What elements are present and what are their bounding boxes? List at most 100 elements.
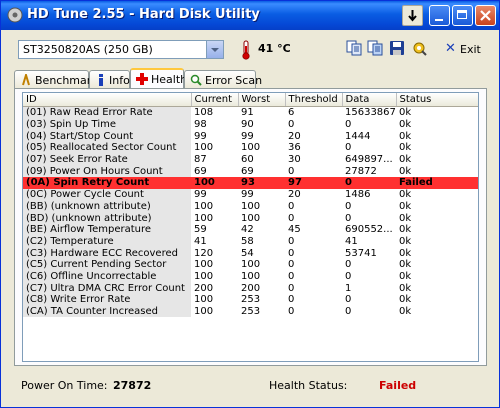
table-cell: 99 — [194, 189, 207, 201]
table-cell: 69 — [241, 165, 254, 177]
tab-error-scan[interactable]: Error Scan — [184, 70, 262, 88]
table-cell: 0k — [399, 119, 412, 131]
table-cell: 0 — [345, 270, 352, 282]
column-header[interactable]: Current — [191, 93, 239, 107]
table-cell: 0k — [399, 294, 412, 306]
table-cell: 0 — [345, 200, 352, 212]
table-cell: 0k — [399, 259, 412, 271]
table-cell: 36 — [288, 142, 301, 154]
column-header[interactable]: Worst — [238, 93, 286, 107]
table-row[interactable]: (04) Start/Stop Count 99 99 20 1444 0k — [23, 130, 478, 143]
tab-info[interactable]: Info — [89, 70, 130, 88]
table-cell: 0 — [345, 259, 352, 271]
table-cell: 54 — [241, 247, 254, 259]
table-row[interactable]: (0A) Spin Retry Count 100 93 97 0 Failed — [23, 177, 478, 189]
table-cell: 120 — [194, 247, 214, 259]
table-cell: 93 — [238, 177, 285, 189]
close-button[interactable] — [475, 5, 496, 26]
table-row[interactable]: (CA) TA Counter Increased 100 253 0 0 0k — [23, 305, 478, 318]
chevron-down-icon[interactable] — [206, 41, 223, 58]
table-cell: (0C) Power Cycle Count — [23, 188, 191, 201]
table-cell: 0k — [399, 154, 412, 166]
drive-select[interactable]: ST3250820AS (250 GB) — [18, 40, 224, 59]
table-cell: 0k — [399, 130, 412, 142]
table-cell: 0k — [399, 107, 412, 119]
table-cell: 100 — [241, 200, 261, 212]
options-icon[interactable] — [411, 40, 427, 56]
table-cell: 253 — [241, 294, 261, 306]
table-cell: (C7) Ultra DMA CRC Error Count — [23, 282, 191, 294]
table-cell: 200 — [241, 282, 261, 294]
table-cell: 0 — [288, 282, 295, 294]
tab-health[interactable]: Health — [130, 68, 188, 89]
table-row[interactable]: (09) Power On Hours Count 69 69 0 27872 0k — [23, 165, 478, 178]
table-cell: 100 — [194, 306, 214, 318]
copy-all-icon[interactable] — [367, 40, 383, 56]
table-row[interactable]: (BB) (unknown attribute) 100 100 0 0 0k — [23, 200, 478, 213]
table-cell: 0 — [288, 259, 295, 271]
table-cell: 6 — [288, 107, 295, 119]
benchmark-icon — [22, 74, 30, 86]
table-row[interactable]: (C3) Hardware ECC Recovered 120 54 0 53741 0k — [23, 247, 478, 259]
app-icon — [7, 7, 23, 23]
column-header[interactable]: Threshold — [285, 93, 343, 107]
table-cell: 0 — [288, 247, 295, 259]
table-cell: (07) Seek Error Rate — [23, 153, 191, 166]
table-row[interactable]: (C2) Temperature 41 58 0 41 0k — [23, 235, 478, 248]
table-cell: 0 — [345, 306, 352, 318]
menu-arrow-button[interactable] — [402, 5, 423, 26]
table-row[interactable]: (C6) Offline Uncorrectable 100 100 0 0 0k — [23, 270, 478, 283]
table-cell: 0 — [288, 200, 295, 212]
table-cell: 0 — [345, 212, 352, 224]
table-cell: 0k — [399, 200, 412, 212]
table-row[interactable]: (07) Seek Error Rate 87 60 30 649897... 0k — [23, 153, 478, 166]
table-cell: 100 — [241, 259, 261, 271]
maximize-button[interactable] — [452, 5, 473, 26]
table-cell: 100 — [194, 200, 214, 212]
table-cell: 1 — [345, 282, 352, 294]
table-cell: 99 — [241, 189, 254, 201]
table-cell: 42 — [241, 224, 254, 236]
health-cross-icon — [136, 73, 148, 85]
minimize-button[interactable] — [429, 5, 450, 26]
table-cell: 97 — [285, 177, 342, 189]
table-cell: 100 — [194, 259, 214, 271]
table-cell: 0 — [288, 306, 295, 318]
magnifier-icon — [190, 74, 202, 86]
table-row[interactable]: (05) Reallocated Sector Count 100 100 36 0 0k — [23, 142, 478, 154]
table-cell: 0 — [288, 119, 295, 131]
table-cell: 100 — [194, 270, 214, 282]
tab-label: Health — [151, 73, 188, 86]
table-cell: 1444 — [345, 130, 371, 142]
table-cell: (BE) Airflow Temperature — [23, 223, 191, 236]
table-row[interactable]: (BE) Airflow Temperature 59 42 45 690552... 0… — [23, 223, 478, 236]
smart-table[interactable]: ID Current Worst Threshold Data Status (01) R… — [22, 92, 479, 362]
table-cell: 0 — [345, 142, 352, 154]
table-row[interactable]: (C7) Ultra DMA CRC Error Count 200 200 0 1 0k — [23, 282, 478, 294]
table-cell: (BB) (unknown attribute) — [23, 200, 191, 213]
table-cell: (C3) Hardware ECC Recovered — [23, 247, 191, 259]
table-cell: 58 — [241, 235, 254, 247]
table-cell: 0 — [345, 119, 352, 131]
table-row[interactable]: (0C) Power Cycle Count 99 99 20 1486 0k — [23, 188, 478, 201]
column-header[interactable]: Status — [396, 93, 478, 107]
table-row[interactable]: (01) Raw Read Error Rate 108 91 6 15633867 0k — [23, 106, 478, 119]
table-row[interactable]: (C8) Write Error Rate 100 253 0 0 0k — [23, 294, 478, 306]
table-cell: 0 — [342, 177, 396, 189]
title-bar[interactable]: HD Tune 2.55 - Hard Disk Utility — [1, 1, 499, 30]
table-cell: (05) Reallocated Sector Count — [23, 142, 191, 154]
column-header[interactable]: Data — [342, 93, 397, 107]
table-row[interactable]: (C5) Current Pending Sector 100 100 0 0 0k — [23, 258, 478, 271]
column-header[interactable]: ID — [23, 93, 192, 107]
table-row[interactable]: (03) Spin Up Time 98 90 0 0 0k — [23, 118, 478, 131]
tab-label: Info — [109, 74, 130, 87]
save-icon[interactable] — [389, 40, 405, 56]
table-cell: (C8) Write Error Rate — [23, 294, 191, 306]
table-row[interactable]: (BD) (unknown attribute) 100 100 0 0 0k — [23, 212, 478, 224]
exit-button[interactable]: ✕ Exit — [445, 38, 485, 60]
table-cell: 20 — [288, 189, 301, 201]
table-cell: 100 — [194, 294, 214, 306]
copy-icon[interactable] — [346, 40, 362, 56]
table-cell: 15633867 — [345, 107, 396, 119]
tab-benchmark[interactable]: Benchmark — [14, 70, 98, 88]
